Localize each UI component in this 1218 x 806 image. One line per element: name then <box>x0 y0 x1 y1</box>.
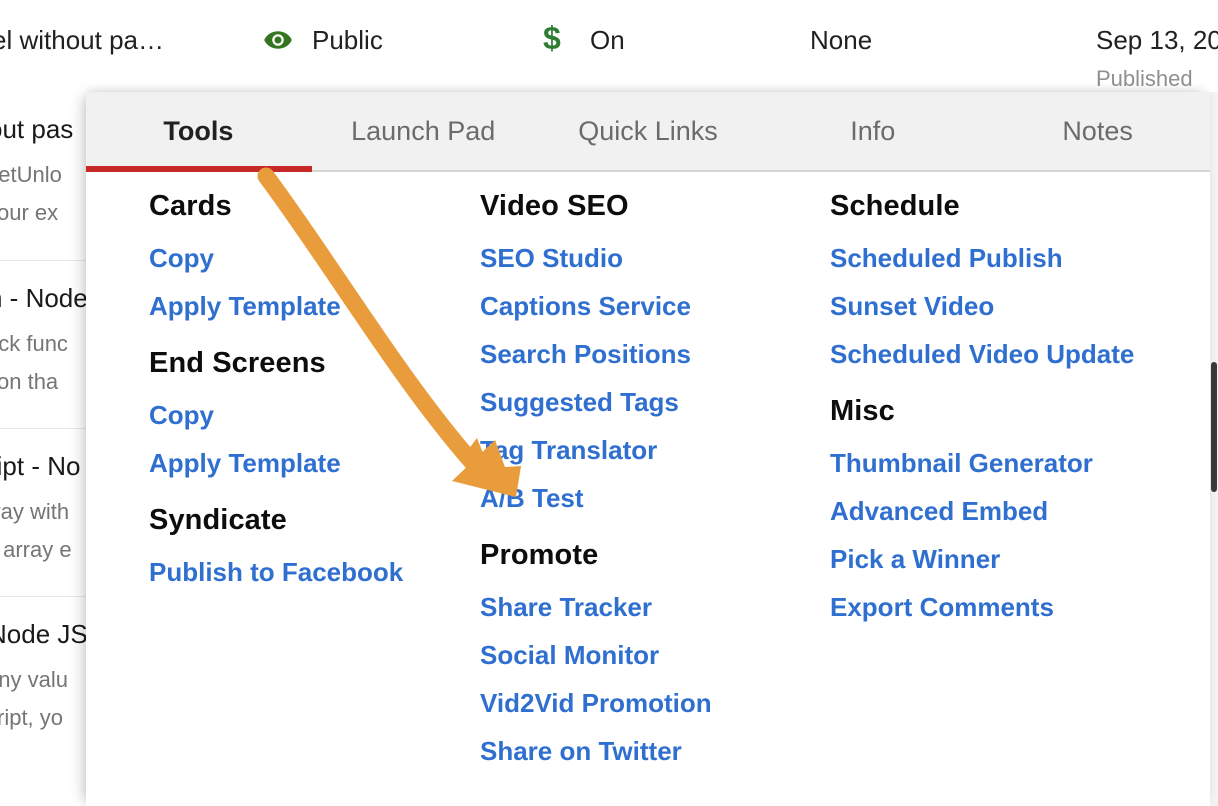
group-title-syndicate: Syndicate <box>149 504 287 536</box>
link-search-positions[interactable]: Search Positions <box>480 341 802 367</box>
tools-panel-body: Cards Copy Apply Template End Screens Co… <box>86 172 1210 806</box>
tab-tools[interactable]: Tools <box>86 92 311 170</box>
tab-notes[interactable]: Notes <box>985 92 1210 170</box>
link-export-comments[interactable]: Export Comments <box>830 594 1202 620</box>
list-item-title: n - Node <box>0 283 88 313</box>
link-end-screens-apply-template[interactable]: Apply Template <box>149 450 452 476</box>
link-sunset-video[interactable]: Sunset Video <box>830 293 1202 319</box>
link-thumbnail-generator[interactable]: Thumbnail Generator <box>830 450 1202 476</box>
list-item-title: out pas <box>0 114 74 144</box>
link-cards-copy[interactable]: Copy <box>149 245 452 271</box>
list-item-title: ript - No <box>0 451 81 481</box>
tab-launch-pad-label: Launch Pad <box>351 115 496 146</box>
tab-notes-label: Notes <box>1062 115 1133 146</box>
list-item-desc-line1: ack func <box>0 331 68 356</box>
link-scheduled-video-update[interactable]: Scheduled Video Update <box>830 341 1202 367</box>
tools-column-seo: Video SEO SEO Studio Captions Service Se… <box>452 172 802 806</box>
tools-overlay-panel: Tools Launch Pad Quick Links Info Notes … <box>86 92 1210 806</box>
group-title-end-screens: End Screens <box>149 347 326 379</box>
link-ab-test[interactable]: A/B Test <box>480 485 802 511</box>
panel-tab-bar: Tools Launch Pad Quick Links Info Notes <box>86 92 1210 172</box>
page-scrollbar-track[interactable] <box>1210 92 1218 806</box>
list-item-desc-line1: eetUnlo <box>0 162 62 187</box>
video-title-cell: el without pa… <box>0 25 164 55</box>
dollar-icon: $ <box>543 20 561 56</box>
link-tag-translator[interactable]: Tag Translator <box>480 437 802 463</box>
group-promote: Promote Share Tracker Social Monitor Vid… <box>480 539 802 765</box>
link-share-on-twitter[interactable]: Share on Twitter <box>480 738 802 764</box>
link-social-monitor[interactable]: Social Monitor <box>480 642 802 668</box>
group-misc: Misc Thumbnail Generator Advanced Embed … <box>830 395 1202 621</box>
list-item-desc-line2: cript, yo <box>0 705 64 730</box>
link-advanced-embed[interactable]: Advanced Embed <box>830 498 1202 524</box>
link-publish-to-facebook[interactable]: Publish to Facebook <box>149 559 452 585</box>
link-end-screens-copy[interactable]: Copy <box>149 402 452 428</box>
group-cards: Cards Copy Apply Template <box>149 190 452 320</box>
link-share-tracker[interactable]: Share Tracker <box>480 594 802 620</box>
monetization-value: On <box>590 25 625 55</box>
tab-quick-links[interactable]: Quick Links <box>536 92 761 170</box>
link-captions-service[interactable]: Captions Service <box>480 293 802 319</box>
group-title-schedule: Schedule <box>830 190 960 222</box>
tools-column-schedule: Schedule Scheduled Publish Sunset Video … <box>802 172 1202 806</box>
group-title-promote: Promote <box>480 539 599 571</box>
visibility-value: Public <box>312 25 383 55</box>
eye-icon <box>264 31 292 49</box>
link-pick-a-winner[interactable]: Pick a Winner <box>830 546 1202 572</box>
link-cards-apply-template[interactable]: Apply Template <box>149 293 452 319</box>
list-item-desc-line2: y array e <box>0 537 72 562</box>
group-schedule: Schedule Scheduled Publish Sunset Video … <box>830 190 1202 368</box>
tab-launch-pad[interactable]: Launch Pad <box>311 92 536 170</box>
link-seo-studio[interactable]: SEO Studio <box>480 245 802 271</box>
tools-column-cards: Cards Copy Apply Template End Screens Co… <box>86 172 452 806</box>
link-vid2vid-promotion[interactable]: Vid2Vid Promotion <box>480 690 802 716</box>
tab-info[interactable]: Info <box>760 92 985 170</box>
group-video-seo: Video SEO SEO Studio Captions Service Se… <box>480 190 802 512</box>
list-item-desc-line1: any valu <box>0 667 68 692</box>
group-title-video-seo: Video SEO <box>480 190 629 222</box>
group-syndicate: Syndicate Publish to Facebook <box>149 504 452 586</box>
list-item-desc-line2: tion tha <box>0 369 59 394</box>
tab-quick-links-label: Quick Links <box>578 115 718 146</box>
group-end-screens: End Screens Copy Apply Template <box>149 347 452 477</box>
video-summary-row: el without pa… Public $ On None Sep 13, … <box>0 0 1218 92</box>
publish-status-label: Published <box>1096 66 1193 91</box>
group-title-misc: Misc <box>830 395 895 427</box>
link-suggested-tags[interactable]: Suggested Tags <box>480 389 802 415</box>
publish-date-value: Sep 13, 20 <box>1096 25 1218 55</box>
group-title-cards: Cards <box>149 190 232 222</box>
list-item-title: Node JS <box>0 619 88 649</box>
tab-tools-label: Tools <box>163 115 234 146</box>
list-item-desc-line2: your ex <box>0 200 59 225</box>
link-scheduled-publish[interactable]: Scheduled Publish <box>830 245 1202 271</box>
tab-info-label: Info <box>850 115 896 146</box>
list-item-desc-line1: rray with <box>0 499 70 524</box>
page-scrollbar-thumb[interactable] <box>1211 362 1217 492</box>
restrictions-value: None <box>810 25 873 55</box>
